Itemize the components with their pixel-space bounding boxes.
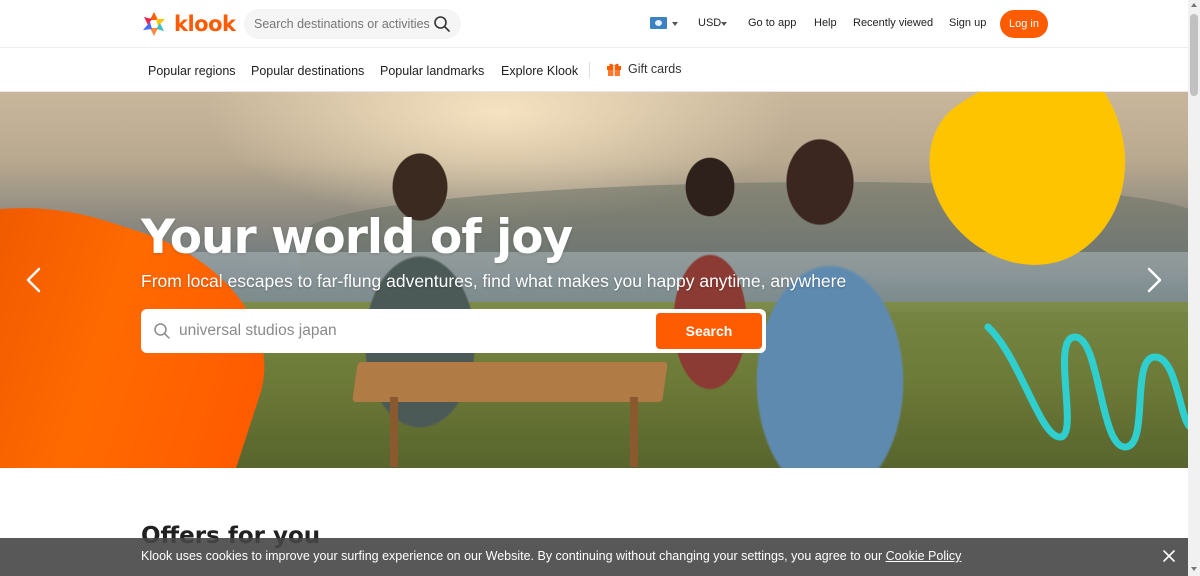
hero-table-leg — [390, 397, 398, 467]
nav-explore-klook[interactable]: Explore Klook — [501, 64, 578, 78]
cookie-banner: Klook uses cookies to improve your surfi… — [0, 538, 1188, 576]
cookie-policy-link[interactable]: Cookie Policy — [886, 549, 962, 563]
sign-up-link[interactable]: Sign up — [949, 17, 986, 29]
nav-divider — [589, 62, 590, 78]
nav-popular-landmarks[interactable]: Popular landmarks — [380, 64, 484, 78]
search-icon[interactable] — [433, 15, 451, 33]
search-icon — [154, 323, 170, 339]
nav-popular-regions[interactable]: Popular regions — [148, 64, 236, 78]
hero-table-leg — [630, 397, 638, 467]
secondary-nav: Popular regions Popular destinations Pop… — [0, 48, 1188, 92]
flag-icon[interactable] — [650, 17, 667, 29]
go-to-app-link[interactable]: Go to app — [748, 17, 796, 29]
chevron-down-icon[interactable] — [672, 22, 678, 26]
close-icon[interactable] — [1162, 549, 1176, 563]
cookie-text: Klook uses cookies to improve your surfi… — [141, 549, 886, 563]
login-button[interactable]: Log in — [1000, 10, 1048, 38]
top-bar: klook Search destinations or activities … — [0, 0, 1188, 48]
chevron-right-icon[interactable] — [1144, 267, 1164, 293]
recently-viewed-link[interactable]: Recently viewed — [853, 17, 933, 29]
klook-logo[interactable]: klook — [140, 10, 236, 38]
brand-name: klook — [174, 12, 236, 36]
klook-logo-icon — [143, 12, 165, 36]
top-search-placeholder: Search destinations or activities — [254, 17, 430, 31]
chevron-down-icon[interactable] — [721, 22, 727, 26]
hero-search-button[interactable]: Search — [656, 313, 762, 349]
hero-search-box: universal studios japan Search — [141, 309, 766, 353]
gift-cards-label: Gift cards — [628, 62, 682, 76]
nav-popular-destinations[interactable]: Popular destinations — [251, 64, 364, 78]
top-search-input[interactable]: Search destinations or activities — [244, 9, 461, 39]
hero-banner: Your world of joy From local escapes to … — [0, 92, 1188, 468]
hero-subtitle: From local escapes to far-flung adventur… — [141, 271, 847, 291]
currency-selector[interactable]: USD — [698, 17, 721, 29]
page-scrollbar[interactable] — [1188, 0, 1200, 576]
cookie-message: Klook uses cookies to improve your surfi… — [141, 549, 961, 563]
scrollbar-thumb[interactable] — [1190, 14, 1198, 96]
hero-title: Your world of joy — [141, 210, 573, 265]
hero-teal-squiggle — [984, 323, 1188, 451]
hero-picnic-table — [352, 362, 668, 402]
scroll-down-arrow-icon[interactable] — [1191, 567, 1197, 571]
chevron-left-icon[interactable] — [24, 267, 44, 293]
help-link[interactable]: Help — [814, 17, 837, 29]
gift-cards-link[interactable]: Gift cards — [606, 61, 682, 77]
hero-search-input[interactable]: universal studios japan — [179, 322, 656, 340]
scroll-up-arrow-icon[interactable] — [1191, 3, 1197, 7]
gift-icon — [607, 63, 621, 76]
